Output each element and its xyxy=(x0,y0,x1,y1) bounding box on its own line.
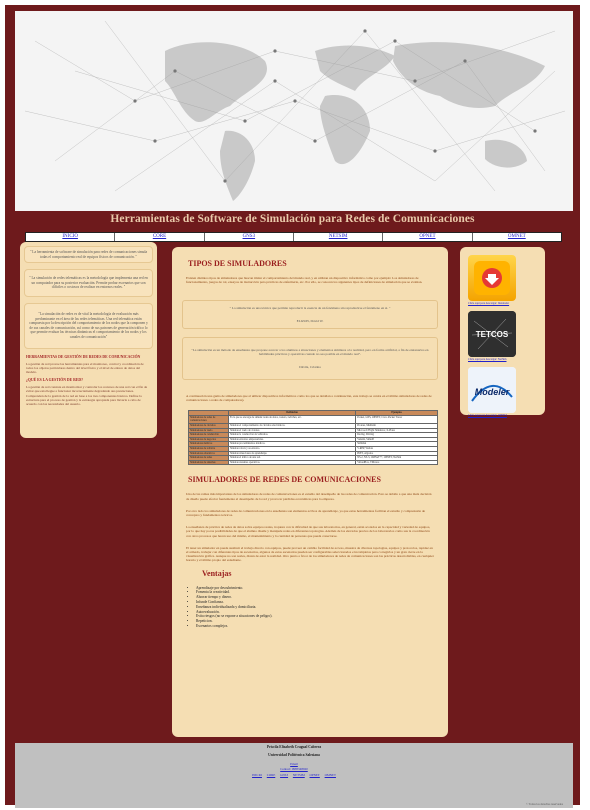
nav-link-gns3[interactable]: GNS3 xyxy=(204,233,294,241)
nav-link-opnet[interactable]: OPNET xyxy=(383,233,473,241)
table-cell: Es la que se encarga de simular redes de… xyxy=(227,414,357,425)
footer-nav: INICIO CORE GNS3 NETSIM OPNET OMNET xyxy=(15,773,573,778)
footer-nav-core[interactable]: CORE xyxy=(267,773,276,777)
modeler-text: Modeler xyxy=(475,387,510,397)
footer-nav-netsim[interactable]: NETSIM xyxy=(293,773,305,777)
top-nav: INICIO CORE GNS3 NETSIM OPNET OMNET xyxy=(25,232,562,242)
quote-elizon: " La simulación es una técnica que permi… xyxy=(182,300,438,329)
footer-nav-opnet[interactable]: OPNET xyxy=(310,773,320,777)
text-tipos-simuladores: Existen distintos tipos de simuladores q… xyxy=(186,276,423,285)
table-body: Simuladores de redes de comunicaciones Es… xyxy=(188,414,438,466)
quote-davila-author: Dávila, Cristina xyxy=(299,364,321,369)
nav-link-omnet[interactable]: OMNET xyxy=(472,233,561,241)
sidebar-text-gestion: La gestión de red consiste en monitoriza… xyxy=(26,385,148,406)
quote-elizon-text: " La simulación es una técnica que permi… xyxy=(229,306,391,311)
sidebar-quote-3: "La simulación de redes es de vital la m… xyxy=(24,302,153,349)
text-simuladores-2: Por otro lado los simuladores de redes d… xyxy=(186,508,426,518)
footer-nav-omnet[interactable]: OMNET xyxy=(325,773,336,777)
footer-copyright: © Todos los derechos reservados xyxy=(526,803,563,806)
list-item: Escenarios complejos. xyxy=(196,624,438,629)
sidebar-quote-1: " La herramienta de software de simulaci… xyxy=(24,246,153,264)
heading-tipos-simuladores: TIPOS DE SIMULADORES xyxy=(188,259,287,268)
text-intro-table: A continuación una gama de simuladores q… xyxy=(186,393,432,403)
tetcos-text: TETCOS xyxy=(476,330,509,339)
table-row: Simuladores de redes de comunicaciones Es… xyxy=(188,414,438,425)
quote-davila-text: "La simulación es un método de enseñanza… xyxy=(191,348,429,357)
app-modeler-link[interactable]: Click aqui para descargar: OPNET xyxy=(468,414,539,417)
footer: Priscila Elizabeth Cragual Cabrera Unive… xyxy=(15,743,573,808)
table-cell: VirtualBox, VMware xyxy=(355,459,438,466)
quote-davila: "La simulación es un método de enseñanza… xyxy=(182,337,438,380)
table-cell: Simuladores de sistemas xyxy=(188,459,229,466)
table-row: Simuladores de sistemas Simulan sistemas … xyxy=(188,459,438,466)
modeler-logo-icon[interactable]: Modeler xyxy=(468,367,516,413)
text-simuladores-4: El tener un simulador en puede sustituir… xyxy=(186,545,434,563)
right-sidebar: Click aqui para descargar: Instalador TE… xyxy=(460,247,545,417)
footer-contact[interactable]: Contact: 0985548920 xyxy=(15,767,573,772)
app-tetcos: TETCOS Click aqui para descargar: NetSim xyxy=(466,311,539,361)
footer-nav-gns3[interactable]: GNS3 xyxy=(280,773,288,777)
footer-author: Priscila Elizabeth Cragual Cabrera xyxy=(266,745,322,749)
ventajas-list: Aprendizaje por descubrimiento. Fomenta … xyxy=(196,586,438,629)
footer-nav-inicio[interactable]: INICIO xyxy=(252,773,262,777)
download-icon[interactable] xyxy=(468,255,516,301)
footer-university: Universidad Politécnica Salesiana xyxy=(268,753,320,757)
page-frame: Herramientas de Software de Simulación p… xyxy=(5,5,580,808)
site-title: Herramientas de Software de Simulación p… xyxy=(110,213,475,225)
app-tetcos-link[interactable]: Click aqui para descargar: NetSim xyxy=(468,358,539,361)
sidebar-text-herramientas: La gestión de red provee las herramienta… xyxy=(26,361,144,374)
heading-simuladores-redes: SIMULADORES DE REDES DE COMUNICACIONES xyxy=(188,475,381,485)
nav-link-inicio[interactable]: INICIO xyxy=(26,233,116,241)
text-simuladores-3: La enseñanza de práctica de redes de dat… xyxy=(186,525,431,538)
sidebar-quote-2: " La simulación de redes telemáticas es … xyxy=(24,269,153,297)
app-download-link[interactable]: Click aqui para descargar: Instalador xyxy=(468,302,539,305)
nav-link-netsim[interactable]: NETSIM xyxy=(293,233,384,241)
app-download: Click aqui para descargar: Instalador xyxy=(466,255,539,305)
text-simuladores-1: Una de las ramas más importantes de los … xyxy=(186,492,432,501)
world-map-network-image xyxy=(15,11,573,211)
app-modeler: Modeler Click aqui para descargar: OPNET xyxy=(466,367,539,417)
left-sidebar: " La herramienta de software de simulaci… xyxy=(20,242,157,438)
main-content: TIPOS DE SIMULADORES Existen distintos t… xyxy=(172,247,448,737)
heading-ventajas: Ventajas xyxy=(202,568,232,578)
table-cell: Packet, GNS, OPNET, Cisco Packet Tracer xyxy=(355,414,438,425)
sidebar-heading-herramientas: HERRAMIENTAS DE GESTIÓN DE REDES DE COMU… xyxy=(26,354,141,359)
table-cell: Simuladores de redes de comunicaciones xyxy=(188,414,229,425)
sidebar-heading-gestion: ¿QUÉ ES LA GESTIÓN DE RED? xyxy=(26,378,84,383)
tetcos-logo-icon[interactable]: TETCOS xyxy=(468,311,516,357)
table-cell: Simulan sistemas operativos. xyxy=(227,459,357,466)
hero-world-map xyxy=(15,11,573,211)
quote-elizon-author: ELIZON, David W. xyxy=(296,318,324,323)
nav-link-core[interactable]: CORE xyxy=(115,233,205,241)
simulators-table: Definición Ejemplos Simuladores de redes… xyxy=(188,410,438,466)
